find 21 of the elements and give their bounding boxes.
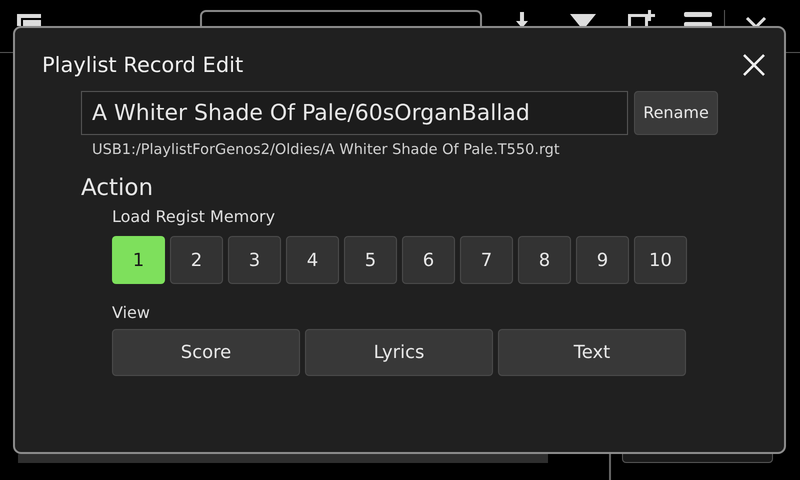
name-field[interactable]: A Whiter Shade Of Pale/60sOrganBallad <box>81 91 628 135</box>
memory-button[interactable]: 2 <box>170 236 223 284</box>
memory-button[interactable]: 5 <box>344 236 397 284</box>
view-button[interactable]: Text <box>498 329 686 376</box>
dialog-title: Playlist Record Edit <box>42 52 244 79</box>
view-label: View <box>112 303 151 323</box>
view-button[interactable]: Lyrics <box>305 329 493 376</box>
memory-button[interactable]: 9 <box>576 236 629 284</box>
memory-button[interactable]: 1 <box>112 236 165 284</box>
memory-button[interactable]: 4 <box>286 236 339 284</box>
memory-button[interactable]: 6 <box>402 236 455 284</box>
rename-button[interactable]: Rename <box>634 91 718 135</box>
view-button[interactable]: Score <box>112 329 300 376</box>
memory-button[interactable]: 8 <box>518 236 571 284</box>
regist-label: Load Regist Memory <box>112 207 276 227</box>
close-icon[interactable] <box>742 53 766 77</box>
memory-button[interactable]: 3 <box>228 236 281 284</box>
file-path: USB1:/PlaylistForGenos2/Oldies/A Whiter Shade Of Pale.T550.rgt <box>92 141 561 159</box>
memory-button[interactable]: 7 <box>460 236 513 284</box>
section-heading: Action <box>81 174 154 203</box>
memory-button[interactable]: 10 <box>634 236 687 284</box>
